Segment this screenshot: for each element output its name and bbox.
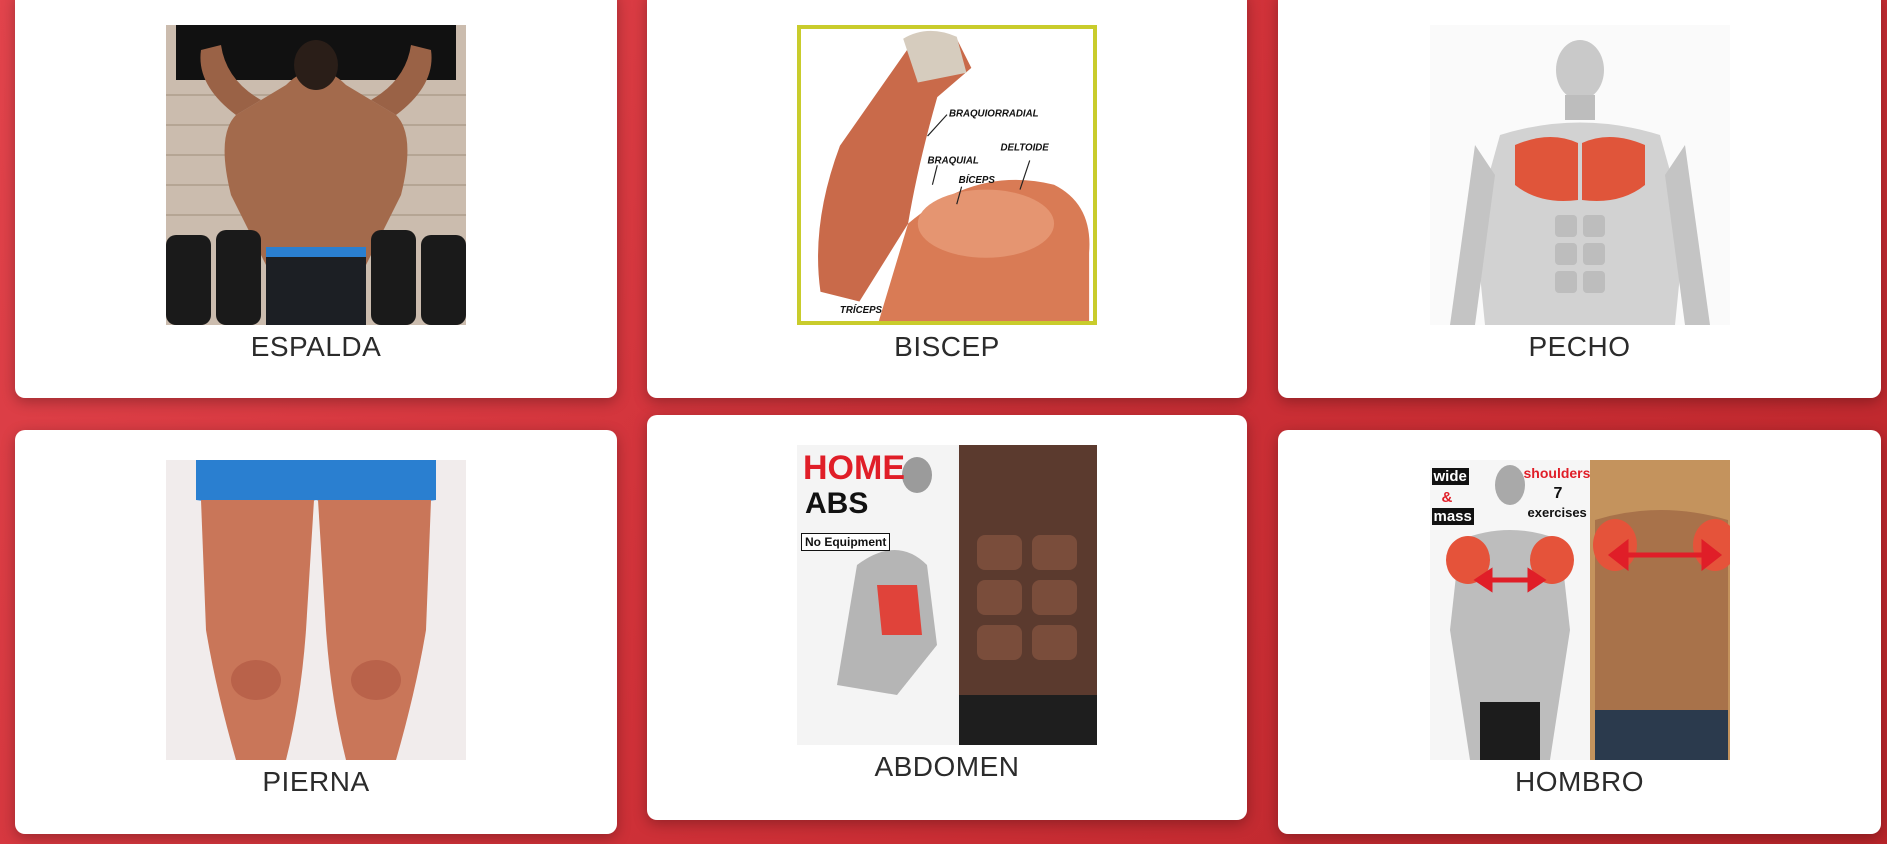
annotation-triceps: TRÍCEPS (840, 305, 883, 316)
arm-muscle-diagram: BRAQUIORRADIAL BRAQUIAL DELTOIDE BÍCEPS … (801, 29, 1093, 321)
card-label: ABDOMEN (874, 751, 1020, 782)
chest-muscle-illustration (1429, 25, 1730, 325)
annotation-braquiorradial: BRAQUIORRADIAL (949, 109, 1039, 120)
card-pierna[interactable]: PIERNA (15, 430, 617, 834)
annotation-deltoide: DELTOIDE (1001, 143, 1050, 154)
card-label: HOMBRO (1515, 766, 1644, 797)
card-espalda[interactable]: ESPALDA (15, 0, 617, 398)
overlay-ampersand: & (1441, 489, 1453, 506)
overlay-home: HOME (803, 449, 905, 487)
back-muscle-illustration (166, 25, 466, 325)
overlay-seven: 7 (1553, 485, 1563, 502)
card-hombro[interactable]: wide & mass shoulders 7 exercises HOMBRO (1278, 430, 1881, 834)
annotation-braquial: BRAQUIAL (928, 155, 979, 166)
leg-muscle-illustration (166, 460, 466, 760)
overlay-no-equipment: No Equipment (801, 533, 891, 551)
pierna-image[interactable] (166, 460, 466, 760)
biscep-image[interactable]: BRAQUIORRADIAL BRAQUIAL DELTOIDE BÍCEPS … (797, 25, 1097, 325)
overlay-mass: mass (1431, 508, 1474, 525)
pecho-image[interactable] (1429, 25, 1730, 325)
abdomen-image[interactable]: HOME ABS No Equipment (797, 445, 1097, 745)
card-label: BISCEP (894, 331, 1000, 362)
hombro-image[interactable]: wide & mass shoulders 7 exercises (1429, 460, 1730, 760)
overlay-abs: ABS (805, 487, 869, 520)
card-pecho[interactable]: PECHO (1278, 0, 1881, 398)
card-label: PECHO (1528, 331, 1631, 362)
card-label: PIERNA (262, 766, 370, 797)
card-biscep[interactable]: BRAQUIORRADIAL BRAQUIAL DELTOIDE BÍCEPS … (647, 0, 1247, 398)
overlay-shoulders: shoulders (1523, 465, 1591, 481)
card-label: ESPALDA (250, 331, 382, 362)
annotation-biceps: BÍCEPS (959, 175, 996, 186)
card-abdomen[interactable]: HOME ABS No Equipment ABDOMEN (647, 415, 1247, 820)
overlay-exercises: exercises (1527, 505, 1587, 520)
overlay-wide: wide (1431, 468, 1469, 485)
espalda-image[interactable] (166, 25, 466, 325)
